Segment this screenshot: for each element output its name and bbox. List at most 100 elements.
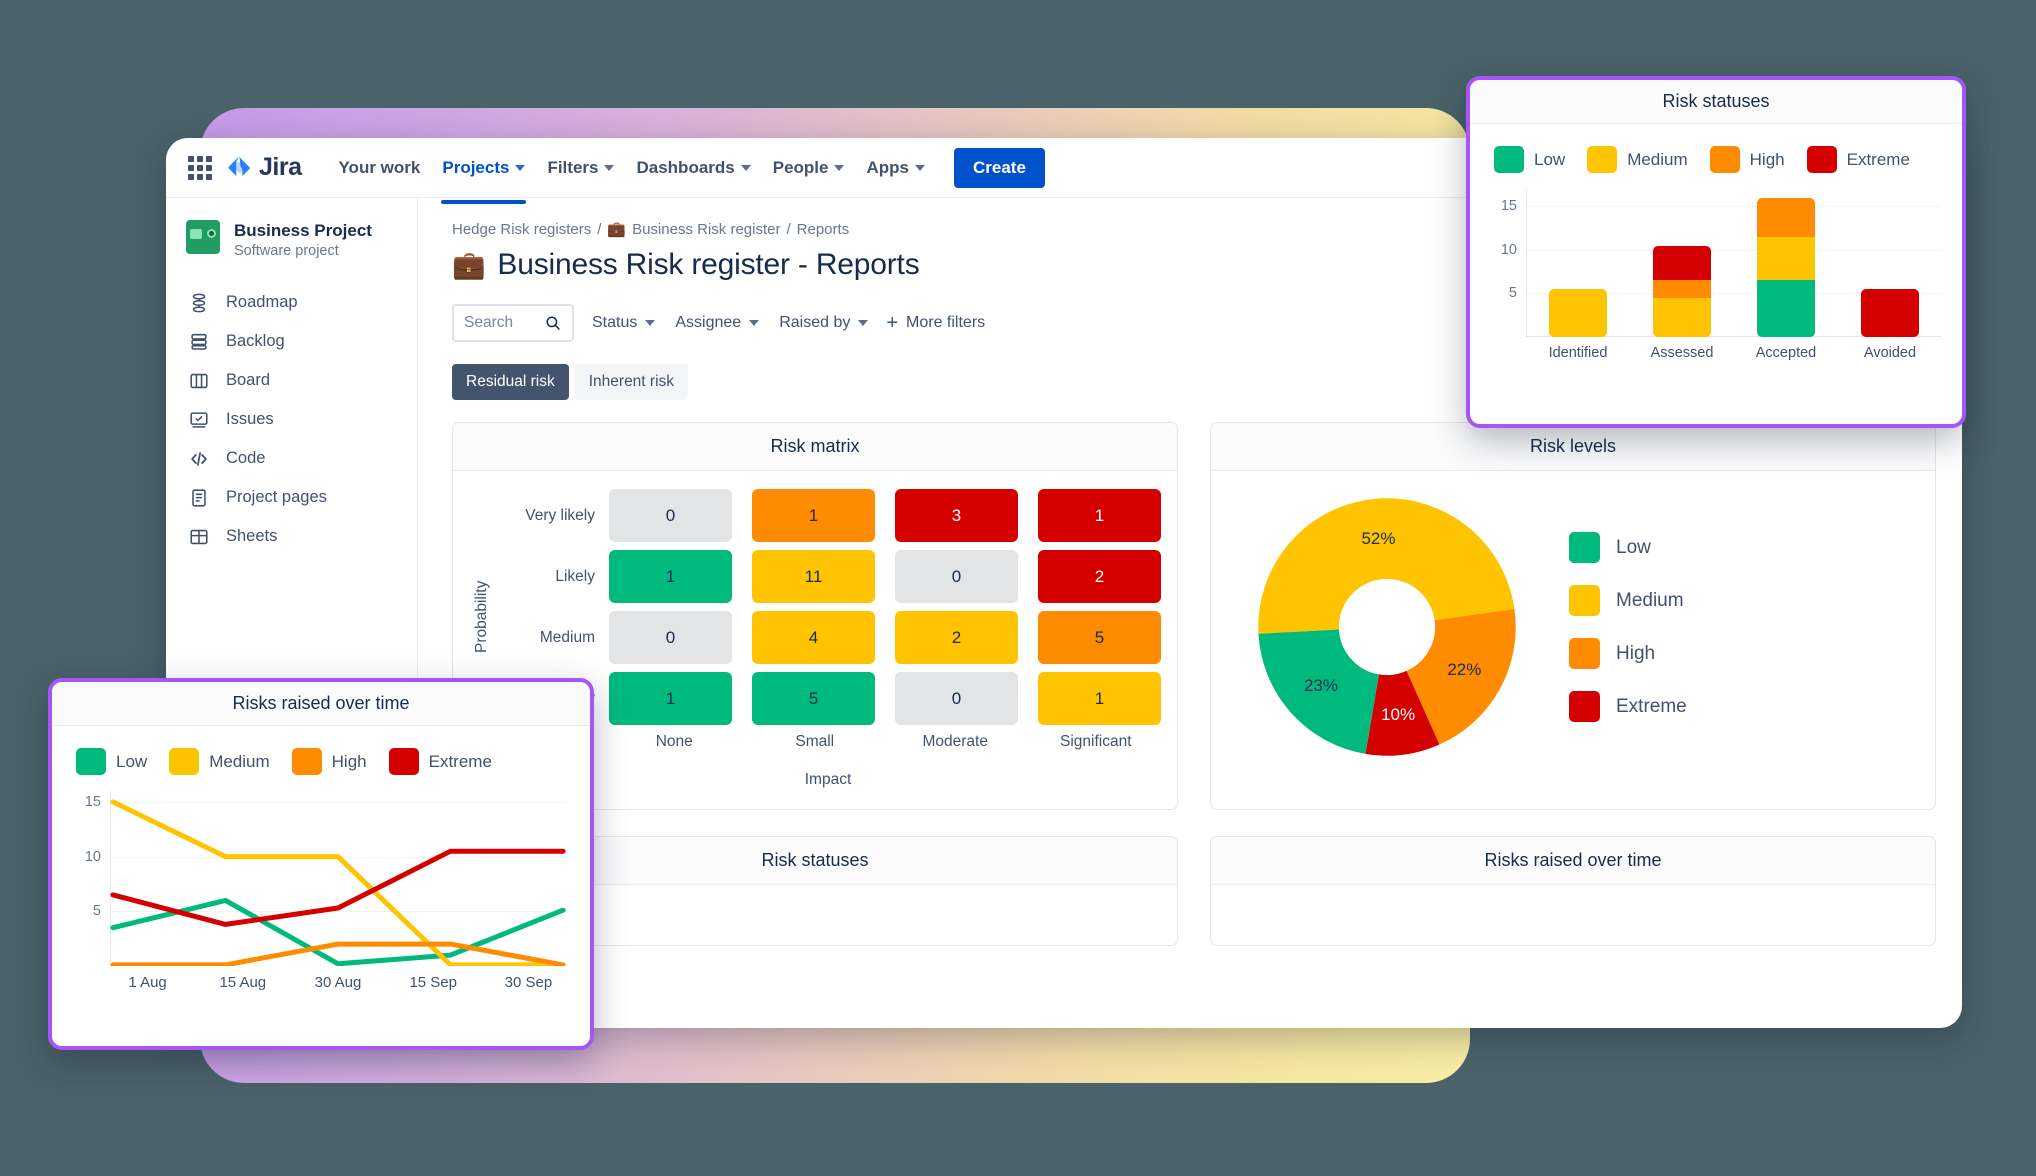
matrix-cell[interactable]: 2 (1038, 550, 1161, 603)
floating-card-title: Risks raised over time (52, 682, 590, 726)
matrix-cell[interactable]: 1 (752, 489, 875, 542)
matrix-cell[interactable]: 0 (609, 489, 732, 542)
nav-item-apps[interactable]: Apps (855, 150, 936, 186)
sheets-icon (188, 526, 210, 548)
sidebar-item-project-pages[interactable]: Project pages (166, 478, 417, 517)
chevron-down-icon (834, 164, 845, 171)
bar-segment-extreme[interactable] (1653, 245, 1711, 281)
risk-matrix-grid: Very likely0131Likely11102Medium0425Unli… (495, 489, 1161, 751)
legend-item[interactable]: Low (1569, 532, 1687, 563)
legend-item[interactable]: High (1709, 146, 1785, 173)
bar-segment-medium[interactable] (1653, 297, 1711, 337)
matrix-cell[interactable]: 0 (895, 550, 1018, 603)
tab-residual-risk[interactable]: Residual risk (452, 364, 569, 400)
matrix-column-label: Moderate (922, 733, 988, 750)
dashboard-row-1: Risk matrix Probability Very likely 0 1 3 1 L… (452, 422, 1936, 810)
nav-item-your-work[interactable]: Your work (327, 150, 431, 186)
breadcrumb-item-3[interactable]: Reports (797, 221, 850, 238)
legend-item[interactable]: Extreme (1806, 146, 1910, 173)
code-icon (188, 448, 210, 470)
bar-segment-medium[interactable] (1757, 236, 1815, 281)
line-x-axis-labels: 1 Aug 15 Aug 30 Aug 15 Sep 30 Sep (100, 974, 576, 991)
matrix-cell[interactable]: 1 (1038, 672, 1161, 725)
sidebar-project-header[interactable]: Business Project Software project (166, 220, 417, 283)
matrix-cell[interactable]: 0 (609, 611, 732, 664)
legend-label: Low (116, 751, 148, 771)
grid-apps-icon[interactable] (188, 155, 212, 180)
sidebar-item-sheets[interactable]: Sheets (166, 517, 417, 556)
legend-item[interactable]: Extreme (1569, 691, 1687, 722)
legend-item[interactable]: Extreme (388, 748, 492, 775)
bar-column (1838, 289, 1942, 337)
project-avatar-icon (186, 220, 220, 254)
legend-item[interactable]: Medium (169, 748, 270, 775)
nav-label: Filters (547, 157, 599, 177)
legend-label: Extreme (1616, 695, 1687, 717)
nav-item-filters[interactable]: Filters (536, 150, 625, 186)
search-input[interactable] (464, 314, 534, 332)
donut-segment-medium[interactable] (1258, 498, 1515, 634)
legend-item[interactable]: Medium (1569, 585, 1687, 616)
legend-label: High (1749, 149, 1785, 169)
sidebar-item-backlog[interactable]: Backlog (166, 322, 417, 361)
status-filter[interactable]: Status (590, 308, 657, 338)
bar-segment-high[interactable] (1653, 280, 1711, 298)
matrix-cell[interactable]: 1 (609, 672, 732, 725)
matrix-cell[interactable]: 5 (1038, 611, 1161, 664)
legend-label: High (1616, 642, 1656, 664)
search-box[interactable] (452, 304, 574, 342)
matrix-row: Very likely 0 1 3 1 (495, 489, 1161, 542)
more-filters-button[interactable]: + More filters (886, 313, 985, 333)
matrix-column-label: Significant (1059, 733, 1132, 750)
matrix-cell[interactable]: 1 (1038, 489, 1161, 542)
x-axis-tick-label: Assessed (1650, 345, 1714, 361)
line-series-medium[interactable] (113, 802, 563, 965)
sidebar-item-issues[interactable]: Issues (166, 400, 417, 439)
nav-item-projects[interactable]: Projects (431, 150, 536, 204)
legend-item[interactable]: High (291, 748, 367, 775)
bar-segment-high[interactable] (1757, 197, 1815, 237)
sidebar-item-roadmap[interactable]: Roadmap (166, 283, 417, 322)
matrix-cell[interactable]: 0 (895, 672, 1018, 725)
legend-item[interactable]: Low (76, 748, 147, 775)
matrix-cell[interactable]: 11 (752, 550, 875, 603)
sidebar-item-board[interactable]: Board (166, 361, 417, 400)
matrix-cell[interactable]: 5 (752, 672, 875, 725)
y-axis-tick-label: 5 (1508, 285, 1517, 302)
bar-segment-medium[interactable] (1549, 289, 1607, 337)
nav-item-dashboards[interactable]: Dashboards (625, 150, 761, 186)
legend-swatch (1569, 532, 1600, 563)
matrix-cell[interactable]: 3 (895, 489, 1018, 542)
donut-segment-low[interactable] (1258, 627, 1381, 754)
legend-item[interactable]: Medium (1587, 146, 1688, 173)
create-button[interactable]: Create (953, 147, 1045, 188)
chevron-down-icon (515, 164, 526, 171)
matrix-cell[interactable]: 4 (752, 611, 875, 664)
raised-by-filter[interactable]: Raised by (777, 308, 870, 338)
matrix-cell[interactable]: 2 (895, 611, 1018, 664)
breadcrumb-item-1[interactable]: Hedge Risk registers (452, 221, 591, 238)
assignee-filter[interactable]: Assignee (673, 308, 761, 338)
bar-stack[interactable] (1549, 289, 1607, 337)
tab-inherent-risk[interactable]: Inherent risk (574, 364, 689, 400)
line-series-extreme[interactable] (113, 851, 563, 924)
nav-item-people[interactable]: People (762, 150, 856, 186)
bar-segment-low[interactable] (1757, 280, 1815, 337)
sidebar-item-code[interactable]: Code (166, 439, 417, 478)
legend-item[interactable]: High (1569, 638, 1687, 669)
jira-logo[interactable]: Jira (226, 155, 302, 181)
breadcrumb-item-2[interactable]: Business Risk register (632, 221, 780, 238)
sidebar-item-label: Issues (226, 410, 274, 429)
bar-stack[interactable] (1653, 245, 1711, 337)
bar-stack[interactable] (1757, 197, 1815, 337)
matrix-row: Likely 1 11 0 2 (495, 550, 1161, 603)
chart-legend: Low Medium High Extreme (66, 740, 576, 781)
legend-item[interactable]: Low (1494, 146, 1565, 173)
x-axis-tick-label: 30 Sep (504, 974, 553, 991)
bar-stack[interactable] (1861, 289, 1919, 337)
raised-by-filter-label: Raised by (779, 314, 851, 331)
bar-segment-extreme[interactable] (1861, 289, 1919, 337)
legend-label: Extreme (1846, 149, 1910, 169)
legend-swatch (291, 748, 322, 775)
matrix-cell[interactable]: 1 (609, 550, 732, 603)
